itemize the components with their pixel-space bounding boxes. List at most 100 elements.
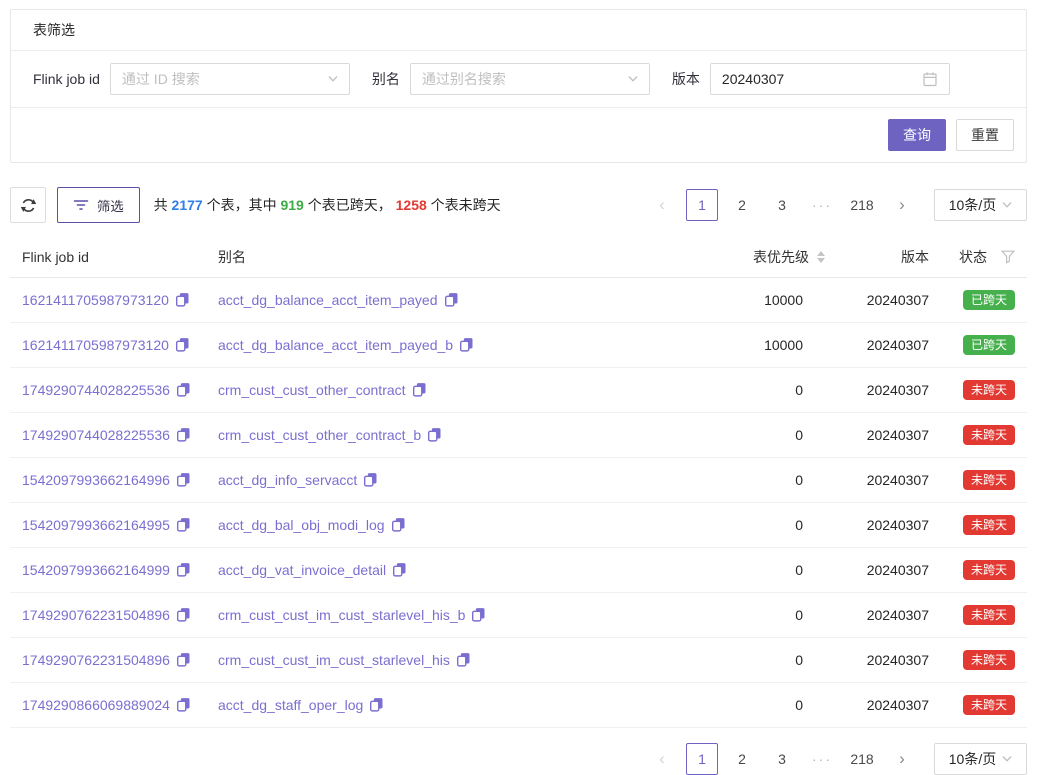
flink-job-id-link[interactable]: 1542097993662164995 bbox=[22, 517, 170, 533]
copy-icon[interactable] bbox=[176, 652, 191, 667]
flink-job-id-link[interactable]: 1749290744028225536 bbox=[22, 427, 170, 443]
version-cell: 20240307 bbox=[837, 337, 941, 353]
refresh-icon bbox=[20, 197, 37, 214]
flink-job-id-link[interactable]: 1542097993662164999 bbox=[22, 562, 170, 578]
prev-page-button[interactable]: ‹ bbox=[646, 743, 678, 775]
priority-cell: 0 bbox=[687, 697, 837, 713]
copy-icon[interactable] bbox=[459, 337, 474, 352]
status-badge: 未跨天 bbox=[963, 605, 1015, 625]
copy-icon[interactable] bbox=[363, 472, 378, 487]
page-1-button[interactable]: 1 bbox=[686, 189, 718, 221]
page-size-value: 10条/页 bbox=[949, 749, 996, 769]
alias-link[interactable]: acct_dg_info_servacct bbox=[218, 472, 357, 488]
copy-icon[interactable] bbox=[175, 337, 190, 352]
alias-link[interactable]: crm_cust_cust_im_cust_starlevel_his_b bbox=[218, 607, 465, 623]
page-3-button[interactable]: 3 bbox=[766, 189, 798, 221]
calendar-icon bbox=[922, 71, 938, 87]
chevron-down-icon bbox=[328, 76, 338, 82]
version-cell: 20240307 bbox=[837, 292, 941, 308]
filter-toggle-button[interactable]: 筛选 bbox=[57, 187, 140, 223]
copy-icon[interactable] bbox=[369, 697, 384, 712]
copy-icon[interactable] bbox=[391, 517, 406, 532]
column-header-alias: 别名 bbox=[206, 247, 687, 267]
next-page-button[interactable]: › bbox=[886, 743, 918, 775]
version-cell: 20240307 bbox=[837, 517, 941, 533]
filter-toggle-label: 筛选 bbox=[97, 196, 124, 215]
flink-job-id-link[interactable]: 1621411705987973120 bbox=[22, 292, 169, 308]
table-row: 1749290744028225536 crm_cust_cust_other_… bbox=[10, 413, 1027, 458]
alias-link[interactable]: acct_dg_balance_acct_item_payed bbox=[218, 292, 438, 308]
copy-icon[interactable] bbox=[176, 382, 191, 397]
copy-icon[interactable] bbox=[412, 382, 427, 397]
query-button[interactable]: 查询 bbox=[888, 119, 946, 151]
page-3-button[interactable]: 3 bbox=[766, 743, 798, 775]
column-header-priority[interactable]: 表优先级 bbox=[687, 247, 837, 267]
table-row: 1749290866069889024 acct_dg_staff_oper_l… bbox=[10, 683, 1027, 728]
page-ellipsis[interactable]: ··· bbox=[806, 189, 838, 221]
page-size-select[interactable]: 10条/页 bbox=[934, 743, 1027, 775]
total-count: 2177 bbox=[172, 197, 203, 213]
status-badge: 未跨天 bbox=[963, 380, 1015, 400]
version-date-input[interactable]: 20240307 bbox=[710, 63, 950, 95]
page-1-button[interactable]: 1 bbox=[686, 743, 718, 775]
table-row: 1749290762231504896 crm_cust_cust_im_cus… bbox=[10, 638, 1027, 683]
table-row: 1749290762231504896 crm_cust_cust_im_cus… bbox=[10, 593, 1027, 638]
flink-job-id-select[interactable]: 通过 ID 搜索 bbox=[110, 63, 350, 95]
priority-cell: 0 bbox=[687, 382, 837, 398]
flink-job-id-label: Flink job id bbox=[33, 71, 100, 87]
reset-button[interactable]: 重置 bbox=[956, 119, 1014, 151]
alias-link[interactable]: crm_cust_cust_other_contract bbox=[218, 382, 406, 398]
prev-page-button[interactable]: ‹ bbox=[646, 189, 678, 221]
page-2-button[interactable]: 2 bbox=[726, 743, 758, 775]
priority-cell: 0 bbox=[687, 562, 837, 578]
priority-cell: 0 bbox=[687, 652, 837, 668]
column-header-version: 版本 bbox=[837, 247, 941, 267]
copy-icon[interactable] bbox=[427, 427, 442, 442]
page-size-select[interactable]: 10条/页 bbox=[934, 189, 1027, 221]
copy-icon[interactable] bbox=[176, 517, 191, 532]
status-badge: 未跨天 bbox=[963, 515, 1015, 535]
table-row: 1621411705987973120 acct_dg_balance_acct… bbox=[10, 323, 1027, 368]
flink-job-id-link[interactable]: 1749290866069889024 bbox=[22, 697, 170, 713]
sort-icon[interactable] bbox=[817, 251, 825, 263]
copy-icon[interactable] bbox=[176, 562, 191, 577]
page-2-button[interactable]: 2 bbox=[726, 189, 758, 221]
column-header-flink-job-id: Flink job id bbox=[10, 249, 206, 265]
status-badge: 未跨天 bbox=[963, 425, 1015, 445]
status-badge: 已跨天 bbox=[963, 335, 1015, 355]
alias-link[interactable]: crm_cust_cust_other_contract_b bbox=[218, 427, 421, 443]
filter-funnel-icon[interactable] bbox=[1001, 250, 1015, 264]
flink-job-id-link[interactable]: 1749290762231504896 bbox=[22, 652, 170, 668]
alias-link[interactable]: acct_dg_vat_invoice_detail bbox=[218, 562, 386, 578]
status-badge: 未跨天 bbox=[963, 560, 1015, 580]
next-page-button[interactable]: › bbox=[886, 189, 918, 221]
copy-icon[interactable] bbox=[471, 607, 486, 622]
table-row: 1621411705987973120 acct_dg_balance_acct… bbox=[10, 278, 1027, 323]
flink-job-id-link[interactable]: 1621411705987973120 bbox=[22, 337, 169, 353]
copy-icon[interactable] bbox=[444, 292, 459, 307]
alias-select[interactable]: 通过别名搜索 bbox=[410, 63, 650, 95]
copy-icon[interactable] bbox=[175, 292, 190, 307]
copy-icon[interactable] bbox=[456, 652, 471, 667]
flink-job-id-link[interactable]: 1749290762231504896 bbox=[22, 607, 170, 623]
refresh-button[interactable] bbox=[10, 187, 46, 223]
flink-job-id-link[interactable]: 1749290744028225536 bbox=[22, 382, 170, 398]
copy-icon[interactable] bbox=[176, 607, 191, 622]
copy-icon[interactable] bbox=[392, 562, 407, 577]
version-cell: 20240307 bbox=[837, 382, 941, 398]
page-last-button[interactable]: 218 bbox=[846, 743, 878, 775]
copy-icon[interactable] bbox=[176, 427, 191, 442]
page-ellipsis[interactable]: ··· bbox=[806, 743, 838, 775]
copy-icon[interactable] bbox=[176, 472, 191, 487]
page-last-button[interactable]: 218 bbox=[846, 189, 878, 221]
alias-link[interactable]: crm_cust_cust_im_cust_starlevel_his bbox=[218, 652, 450, 668]
alias-link[interactable]: acct_dg_bal_obj_modi_log bbox=[218, 517, 385, 533]
table-row: 1749290744028225536 crm_cust_cust_other_… bbox=[10, 368, 1027, 413]
alias-field-group: 别名 通过别名搜索 bbox=[372, 63, 650, 95]
version-cell: 20240307 bbox=[837, 562, 941, 578]
flink-job-id-link[interactable]: 1542097993662164996 bbox=[22, 472, 170, 488]
alias-link[interactable]: acct_dg_staff_oper_log bbox=[218, 697, 363, 713]
copy-icon[interactable] bbox=[176, 697, 191, 712]
status-badge: 未跨天 bbox=[963, 695, 1015, 715]
alias-link[interactable]: acct_dg_balance_acct_item_payed_b bbox=[218, 337, 453, 353]
